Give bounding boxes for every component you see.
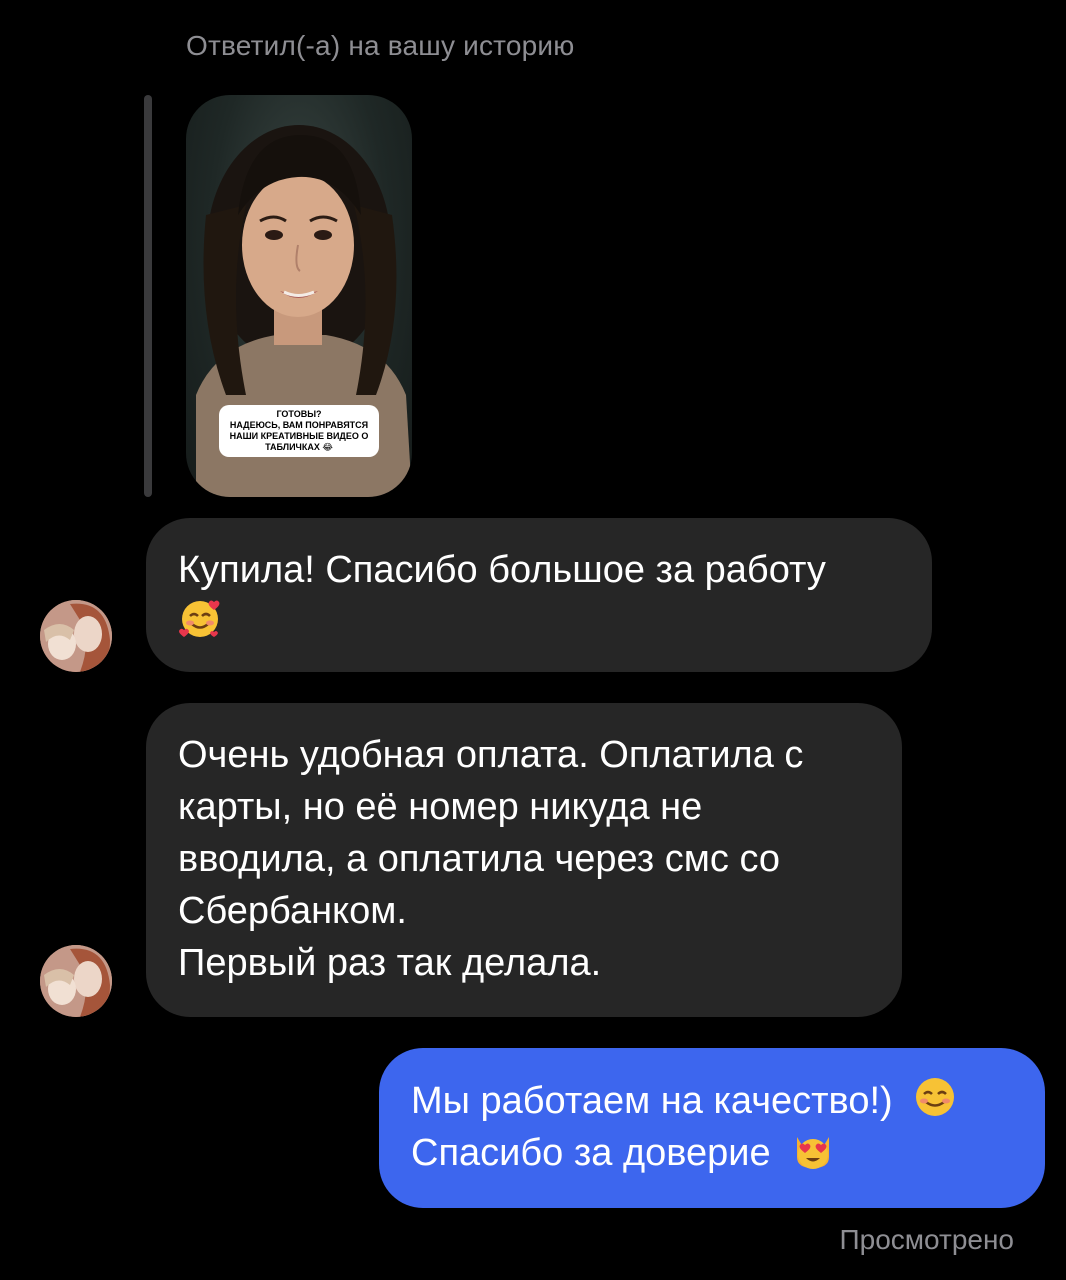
message-bubble-outgoing[interactable]: Мы работаем на качество!) Спасибо за дов… <box>379 1048 1045 1208</box>
avatar-photo <box>40 945 112 1017</box>
message-line: Мы работаем на качество!) <box>411 1075 1013 1127</box>
reply-caption: Ответил(-а) на вашу историю <box>186 30 575 61</box>
smiling-face-with-hearts-icon <box>178 596 222 640</box>
story-sticker-line-2: НАДЕЮСЬ, ВАМ ПОНРАВЯТСЯ <box>229 420 369 430</box>
story-sticker-line-1: ГОТОВЫ? <box>276 409 322 419</box>
message-bubble-incoming[interactable]: Очень удобная оплата. Оплатила с карты, … <box>146 703 902 1017</box>
message-emoji-line <box>178 596 900 648</box>
message-text-line: Мы работаем на качество!) <box>411 1080 893 1122</box>
avatar-photo <box>40 600 112 672</box>
message-text-line: Очень удобная оплата. Оплатила с <box>178 734 804 776</box>
message-text-line: Купила! Спасибо большое за работу <box>178 549 826 591</box>
seen-status: Просмотрено <box>839 1224 1014 1255</box>
message-bubble-incoming[interactable]: Купила! Спасибо большое за работу <box>146 518 932 672</box>
message-text-line: Спасибо за доверие <box>411 1132 771 1174</box>
message-text-line: Сбербанком. <box>178 890 407 932</box>
smiling-face-icon <box>913 1075 957 1119</box>
story-thumbnail[interactable]: ГОТОВЫ? НАДЕЮСЬ, ВАМ ПОНРАВЯТСЯ НАШИ КРЕ… <box>186 95 412 497</box>
story-text-sticker: ГОТОВЫ? НАДЕЮСЬ, ВАМ ПОНРАВЯТСЯ НАШИ КРЕ… <box>219 405 379 457</box>
avatar[interactable] <box>40 945 112 1017</box>
message-text-line: Первый раз так делала. <box>178 942 602 984</box>
message-text-line: вводила, а оплатила через смс со <box>178 838 781 880</box>
heart-eyes-cat-icon <box>791 1127 835 1171</box>
story-sticker-line-3: НАШИ КРЕАТИВНЫЕ ВИДЕО О <box>229 431 369 441</box>
reply-quote-bar <box>144 95 152 497</box>
message-text-line: карты, но её номер никуда не <box>178 786 703 828</box>
story-sticker-line-4: ТАБЛИЧКАХ 😂 <box>265 442 333 452</box>
avatar[interactable] <box>40 600 112 672</box>
message-line: Спасибо за доверие <box>411 1127 1013 1179</box>
